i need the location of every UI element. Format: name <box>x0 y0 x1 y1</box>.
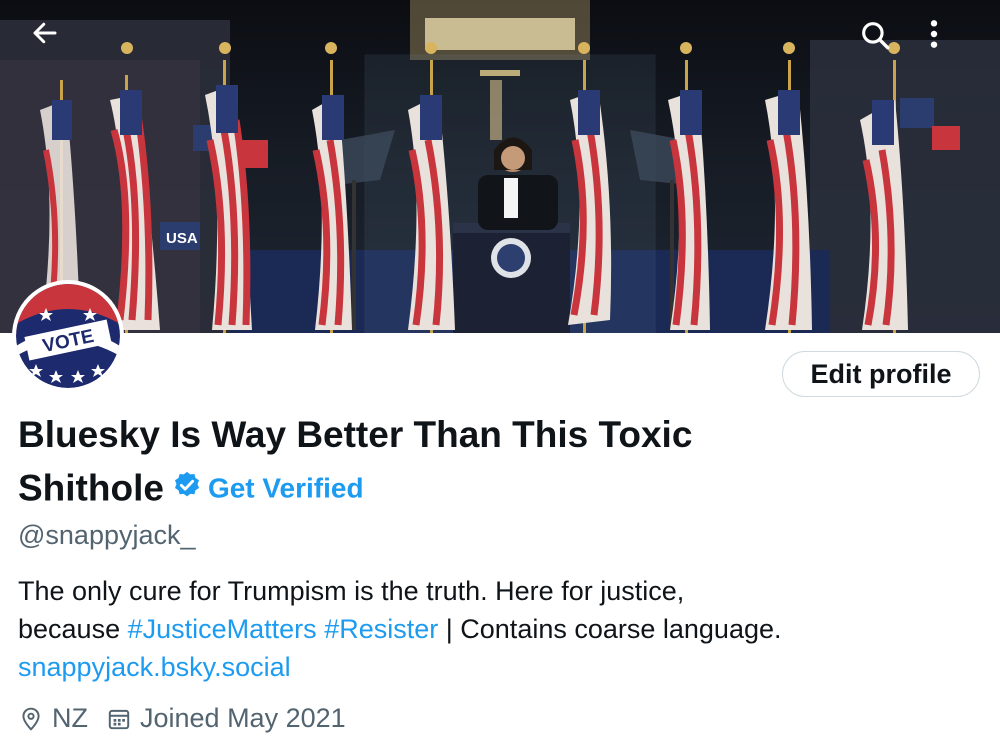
search-button[interactable] <box>858 18 902 62</box>
hashtag-justicematters[interactable]: #JusticeMatters <box>128 614 317 644</box>
bio: The only cure for Trumpism is the truth.… <box>18 572 978 686</box>
verified-badge-icon <box>172 461 202 514</box>
arrow-left-icon <box>33 22 57 44</box>
join-date-text: Joined May 2021 <box>140 703 346 733</box>
profile-meta: NZ Joined May 2021 <box>18 703 364 734</box>
more-options-button[interactable] <box>928 18 972 62</box>
location: NZ <box>18 703 88 734</box>
search-icon <box>862 22 890 50</box>
user-handle: @snappyjack_ <box>18 520 196 550</box>
profile-banner[interactable]: USA <box>0 0 1000 333</box>
back-button[interactable] <box>30 18 74 62</box>
bio-text-2: because <box>18 614 121 644</box>
avatar-image: VOTE <box>16 284 120 388</box>
display-name-line2: Shithole <box>18 467 164 509</box>
bio-text-1: The only cure for Trumpism is the truth.… <box>18 576 685 606</box>
banner-image: USA <box>0 0 1000 333</box>
calendar-icon <box>108 709 130 729</box>
edit-profile-button[interactable]: Edit profile <box>782 351 980 397</box>
hashtag-resister[interactable]: #Resister <box>324 614 438 644</box>
svg-text:USA: USA <box>166 230 198 247</box>
display-name-line1: Bluesky Is Way Better Than This Toxic <box>18 414 693 455</box>
more-vertical-icon <box>930 20 938 48</box>
get-verified-link[interactable]: Get Verified <box>208 472 364 503</box>
profile-link[interactable]: snappyjack.bsky.social <box>18 652 291 682</box>
join-date: Joined May 2021 <box>106 703 346 734</box>
avatar[interactable]: VOTE <box>12 280 124 392</box>
location-text: NZ <box>52 703 88 733</box>
display-name: Bluesky Is Way Better Than This Toxic Sh… <box>18 408 838 520</box>
bio-text-3: | Contains coarse language. <box>445 614 782 644</box>
location-pin-icon <box>22 707 40 731</box>
